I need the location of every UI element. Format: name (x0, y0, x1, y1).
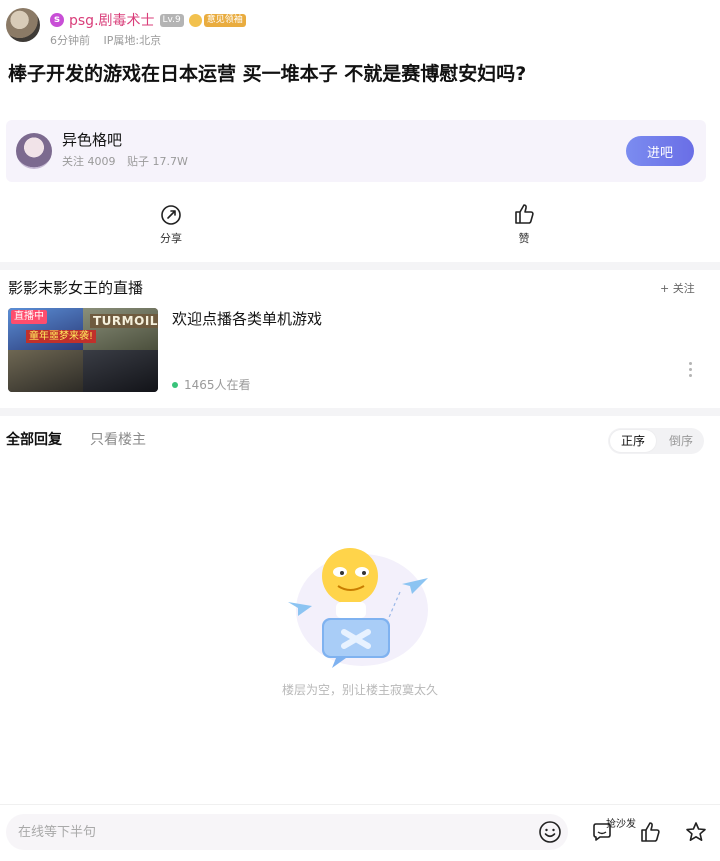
online-dot-icon (172, 381, 178, 388)
medal-icon (188, 13, 202, 27)
tab-all-replies[interactable]: 全部回复 (6, 429, 62, 449)
like-label: 赞 (518, 232, 530, 245)
section-divider (0, 262, 720, 270)
empty-state-illustration (288, 548, 428, 668)
member-badge-icon: s (50, 13, 64, 27)
emoji-icon[interactable] (538, 820, 562, 844)
forum-followers: 关注 4009 (62, 155, 116, 168)
author-name[interactable]: psg.剧毒术士 (69, 10, 155, 30)
post-title: 棒子开发的游戏在日本运营 买一堆本子 不就是赛博慰安妇吗? (8, 63, 527, 85)
share-label: 分享 (160, 232, 182, 245)
forum-posts: 贴子 17.7W (127, 155, 188, 168)
live-thumbnail[interactable]: 直播中 TURMOIL 童年噩梦来袭! (8, 308, 158, 392)
follow-button[interactable]: + 关注 (660, 280, 695, 296)
tab-op-only[interactable]: 只看楼主 (90, 429, 146, 449)
grab-sofa-label: 抢沙发 (606, 819, 636, 830)
author-row: s psg.剧毒术士 Lv.9 意见领袖 (50, 10, 246, 30)
live-description[interactable]: 欢迎点播各类单机游戏 (172, 308, 322, 329)
thumbs-up-icon[interactable] (638, 820, 662, 844)
empty-state-text: 楼层为空，别让楼主寂寞太久 (281, 683, 438, 697)
share-button[interactable]: 分享 (160, 204, 182, 246)
forum-name: 异色格吧 (62, 131, 123, 149)
forum-stats: 关注 4009 贴子 17.7W (62, 153, 196, 169)
thumb-ribbon-text: 童年噩梦来袭! (26, 330, 97, 343)
live-viewers: 1465人在看 (172, 376, 251, 393)
medal-badge: 意见领袖 (188, 13, 246, 27)
sort-asc-option[interactable]: 正序 (610, 430, 656, 452)
live-badge: 直播中 (11, 310, 47, 324)
like-button[interactable]: 赞 (512, 202, 536, 246)
viewer-count: 1465人在看 (184, 378, 251, 392)
thumb-panel (83, 350, 158, 392)
author-avatar[interactable] (6, 8, 40, 42)
star-icon[interactable] (684, 820, 708, 844)
level-badge: Lv.9 (159, 13, 184, 27)
live-section-title: 影影末影女王的直播 (8, 279, 144, 297)
thumb-panel (8, 350, 83, 392)
post-time: 6分钟前 (50, 34, 90, 47)
sort-toggle: 正序 倒序 (608, 428, 704, 454)
comment-input[interactable] (6, 814, 568, 850)
share-icon (161, 205, 181, 225)
section-divider (0, 408, 720, 416)
more-options-icon[interactable] (686, 362, 694, 377)
thumbs-up-icon (515, 204, 534, 224)
forum-avatar (16, 133, 52, 169)
enter-forum-button[interactable]: 进吧 (626, 136, 694, 166)
medal-label: 意见领袖 (203, 13, 246, 27)
sort-desc-option[interactable]: 倒序 (658, 428, 704, 454)
ip-location: IP属地:北京 (103, 34, 162, 47)
post-meta: 6分钟前 IP属地:北京 (50, 32, 171, 48)
thumb-game-title: TURMOIL (90, 314, 158, 328)
